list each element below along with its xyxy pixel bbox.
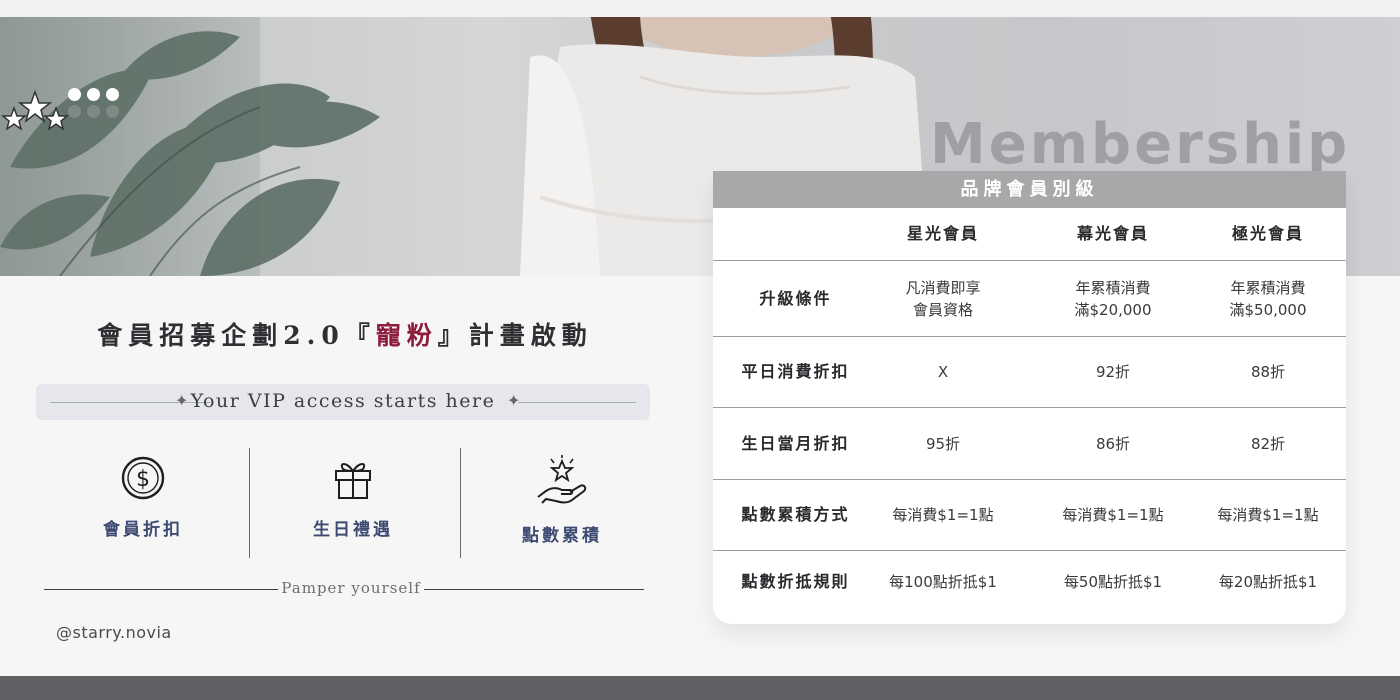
feature-divider-1 [249, 448, 250, 558]
dot-3 [106, 88, 119, 101]
campaign-headline: 會員招募企劃2.0『寵粉』計畫啟動 [40, 316, 650, 352]
table-cell: 每50點折抵$1 [1063, 573, 1163, 591]
row-header: 升級條件 [759, 288, 832, 308]
table-cell: X [937, 363, 949, 381]
feature-divider-2 [460, 448, 461, 558]
dot-5 [87, 105, 100, 118]
table-row: 平日消費折扣 X 92折 88折 [713, 337, 1346, 408]
table-cell: 每消費$1=1點 [892, 506, 994, 524]
table-cell: 每100點折抵$1 [889, 573, 997, 591]
table-cell: 年累積消費 滿$50,000 [1229, 278, 1307, 319]
three-stars-icon [0, 90, 70, 130]
vip-tagline-bar: ✦ ✦ Your VIP access starts here [36, 384, 650, 420]
feature-label: 生日禮遇 [313, 520, 393, 540]
pamper-line-left [44, 589, 278, 590]
table-row: 升級條件 凡消費即享 會員資格 年累積消費 滿$20,000 年累積消費 滿$5… [713, 261, 1346, 337]
table-row: 生日當月折扣 95折 86折 82折 [713, 408, 1346, 480]
row-header: 點數累積方式 [741, 505, 850, 524]
membership-wordmark: Membership [930, 112, 1351, 177]
hand-star-icon [537, 455, 587, 504]
table-row: 點數累積方式 每消費$1=1點 每消費$1=1點 每消費$1=1點 [713, 480, 1346, 551]
headline-prefix: 會員招募企劃2.0『 [97, 321, 376, 350]
feature-label: 點數累積 [522, 526, 602, 546]
vip-tagline: Your VIP access starts here [190, 390, 496, 412]
table-cell: 92折 [1095, 363, 1131, 381]
feature-label: 會員折扣 [103, 520, 183, 540]
dot-2 [87, 88, 100, 101]
feature-birthday-gift: 生日禮遇 [253, 455, 453, 540]
dollar-coin-icon: $ [121, 456, 165, 500]
table-header-row: 星光會員 幕光會員 極光會員 [713, 208, 1346, 261]
membership-tier-table: 品牌會員別級 星光會員 幕光會員 極光會員 升級條件 凡消費即享 會員資格 年累… [713, 171, 1346, 624]
row-header: 生日當月折扣 [741, 433, 850, 453]
column-header-tier-2: 幕光會員 [1076, 224, 1149, 243]
table-cell: 每20點折抵$1 [1218, 573, 1318, 591]
headline-highlight: 寵粉 [375, 321, 438, 350]
table-cell: 每消費$1=1點 [1062, 506, 1164, 524]
table-cell: 82折 [1250, 434, 1286, 453]
row-header: 平日消費折扣 [741, 362, 850, 381]
footer-bar [0, 676, 1400, 700]
table-cell: 每消費$1=1點 [1217, 506, 1319, 524]
column-header-tier-3: 極光會員 [1231, 224, 1304, 243]
table-cell: 86折 [1095, 434, 1131, 453]
column-header-tier-1: 星光會員 [906, 224, 979, 243]
gift-box-icon [335, 463, 371, 499]
table-cell: 95折 [925, 434, 961, 453]
row-header: 點數折抵規則 [741, 572, 850, 591]
table-cell: 年累積消費 滿$20,000 [1074, 278, 1152, 319]
window-dots [68, 88, 128, 122]
pamper-caption: Pamper yourself [281, 579, 421, 597]
pamper-line-right [424, 589, 644, 590]
top-strip [0, 0, 1400, 17]
table-cell: 88折 [1250, 363, 1286, 381]
table-cell: 凡消費即享 會員資格 [905, 278, 981, 319]
feature-member-discount: $ 會員折扣 [43, 455, 243, 540]
column-header-blank [713, 208, 878, 260]
svg-text:$: $ [136, 467, 150, 492]
dot-6 [106, 105, 119, 118]
headline-suffix: 』計畫啟動 [437, 321, 593, 350]
social-handle: @starry.novia [56, 623, 172, 642]
table-row: 點數折抵規則 每100點折抵$1 每50點折抵$1 每20點折抵$1 [713, 551, 1346, 613]
feature-points: 點數累積 [462, 455, 662, 546]
table-title: 品牌會員別級 [713, 171, 1346, 208]
